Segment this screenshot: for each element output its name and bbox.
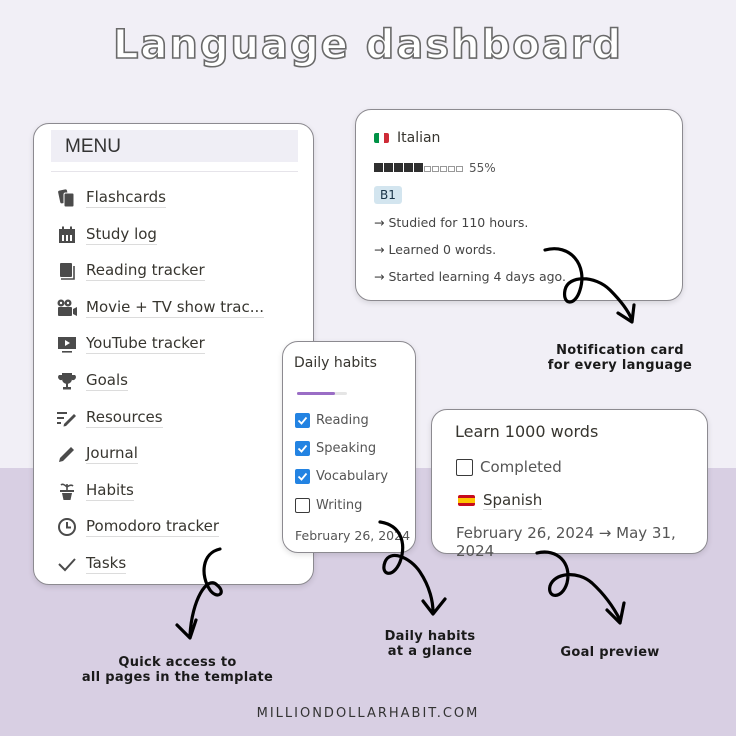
menu-item-label: Movie + TV show trac... <box>86 298 265 318</box>
menu-item-pomodoro-tracker[interactable]: Pomodoro tracker <box>56 514 219 540</box>
spain-flag-icon <box>458 495 475 506</box>
arrow-to-daily-habits-caption <box>378 520 447 616</box>
habit-vocabulary[interactable]: Vocabulary <box>295 469 388 484</box>
menu-item-label: Tasks <box>86 554 127 574</box>
menu-card: MENU Flashcards Study log Reading tracke… <box>33 123 314 585</box>
habit-writing[interactable]: Writing <box>295 498 362 513</box>
progress-block-empty <box>440 166 447 172</box>
menu-item-tasks[interactable]: Tasks <box>56 551 127 577</box>
pencil-icon <box>56 443 78 465</box>
habits-progress-bar <box>297 392 347 395</box>
flashcards-icon <box>56 187 78 209</box>
goal-language[interactable]: Spanish <box>458 491 543 510</box>
menu-item-goals[interactable]: Goals <box>56 368 128 394</box>
menu-item-label: Pomodoro tracker <box>86 517 219 537</box>
caption-quick-access: Quick access to all pages in the templat… <box>60 655 295 685</box>
progress-block-empty <box>456 166 463 172</box>
progress-block-empty <box>432 166 439 172</box>
arrow-to-notification-caption <box>543 247 636 324</box>
goal-language-label: Spanish <box>483 491 543 510</box>
goal-card[interactable]: Learn 1000 words Completed Spanish Febru… <box>431 409 708 560</box>
trophy-icon <box>56 370 78 392</box>
list-edit-icon <box>56 407 78 429</box>
footer-website: MILLIONDOLLARHABIT.COM <box>256 706 480 721</box>
progress-block-filled <box>414 163 423 172</box>
menu-item-label: Goals <box>86 371 128 391</box>
menu-item-journal[interactable]: Journal <box>56 441 138 467</box>
habit-label: Speaking <box>316 441 377 456</box>
play-icon <box>56 333 78 355</box>
caption-line: Notification card <box>556 343 684 358</box>
habit-checkbox[interactable] <box>295 413 310 428</box>
menu-item-study-log[interactable]: Study log <box>56 222 157 248</box>
progress-blocks <box>374 161 464 175</box>
started-learning-line: → Started learning 4 days ago. <box>374 269 566 284</box>
progress-block-filled <box>394 163 403 172</box>
menu-item-habits[interactable]: Habits <box>56 478 134 504</box>
goal-completed-row[interactable]: Completed <box>456 458 562 476</box>
menu-item-label: YouTube tracker <box>86 334 205 354</box>
menu-item-label: Habits <box>86 481 134 501</box>
caption-daily-habits: Daily habits at a glance <box>365 629 495 659</box>
menu-item-flashcards[interactable]: Flashcards <box>56 185 166 211</box>
goal-title: Learn 1000 words <box>455 422 599 441</box>
menu-item-label: Study log <box>86 225 157 245</box>
calendar-icon <box>56 224 78 246</box>
level-badge: B1 <box>374 186 402 204</box>
caption-line: for every language <box>547 358 693 373</box>
italy-flag-icon <box>374 133 389 143</box>
caption-goal-preview: Goal preview <box>545 645 675 660</box>
habit-reading[interactable]: Reading <box>295 413 369 428</box>
menu-item-resources[interactable]: Resources <box>56 405 163 431</box>
habit-label: Reading <box>316 413 369 428</box>
menu-item-label: Resources <box>86 408 163 428</box>
menu-item-label: Journal <box>86 444 138 464</box>
menu-item-movie-tv-tracker[interactable]: Movie + TV show trac... <box>56 295 265 321</box>
caption-line: Goal preview <box>560 645 660 660</box>
habit-checkbox[interactable] <box>295 498 310 513</box>
menu-divider <box>51 171 298 172</box>
goal-completed-label: Completed <box>480 458 562 476</box>
goal-completed-checkbox[interactable] <box>456 458 473 476</box>
clock-icon <box>56 516 78 538</box>
menu-item-youtube-tracker[interactable]: YouTube tracker <box>56 331 205 357</box>
menu-item-reading-tracker[interactable]: Reading tracker <box>56 258 205 284</box>
studied-hours-line: → Studied for 110 hours. <box>374 215 529 230</box>
caption-line: at a glance <box>387 644 473 659</box>
language-name: Italian <box>397 130 441 146</box>
menu-header: MENU <box>51 130 298 162</box>
habit-speaking[interactable]: Speaking <box>295 441 376 456</box>
plant-icon <box>56 480 78 502</box>
video-camera-icon <box>56 297 78 319</box>
arrow-to-quick-access-caption <box>175 547 223 640</box>
menu-item-label: Flashcards <box>86 188 166 208</box>
page-title: Language dashboard <box>112 21 624 69</box>
language-progress: 55% <box>374 161 496 175</box>
habit-checkbox[interactable] <box>295 469 310 484</box>
caption-line: all pages in the template <box>81 670 274 685</box>
progress-block-filled <box>404 163 413 172</box>
progress-percent: 55% <box>469 161 496 175</box>
checkmark-icon <box>56 553 78 575</box>
habit-label: Vocabulary <box>316 469 389 484</box>
caption-notification: Notification card for every language <box>530 343 710 373</box>
language-title: Italian <box>374 130 440 146</box>
habits-progress-fill <box>297 392 335 395</box>
habit-label: Writing <box>316 498 363 513</box>
progress-block-empty <box>424 166 431 172</box>
progress-block-filled <box>384 163 393 172</box>
learned-words-line: → Learned 0 words. <box>374 242 497 257</box>
caption-line: Quick access to <box>118 655 237 670</box>
book-icon <box>56 260 78 282</box>
progress-block-empty <box>448 166 455 172</box>
habit-checkbox[interactable] <box>295 441 310 456</box>
caption-line: Daily habits <box>384 629 476 644</box>
habits-title: Daily habits <box>294 355 377 371</box>
menu-item-label: Reading tracker <box>86 261 205 281</box>
progress-block-filled <box>374 163 383 172</box>
arrow-to-goal-preview-caption <box>535 550 626 625</box>
